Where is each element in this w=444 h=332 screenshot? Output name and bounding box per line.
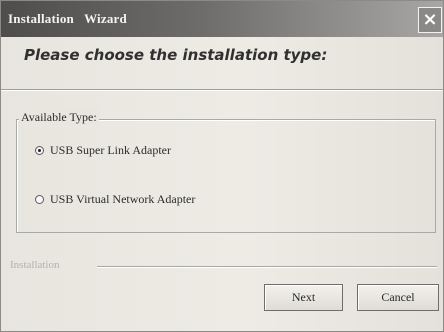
installation-wizard-window: Installation Wizard × Please choose the … <box>0 0 444 332</box>
radio-button-checked[interactable] <box>35 145 44 155</box>
radio-option-usb-virtual-network-adapter[interactable]: USB Virtual Network Adapter <box>35 191 195 207</box>
radio-button-unchecked[interactable] <box>35 194 44 204</box>
cancel-button[interactable]: Cancel <box>357 284 439 311</box>
radio-option-usb-super-link-adapter[interactable]: USB Super Link Adapter <box>35 142 171 158</box>
radio-label[interactable]: USB Virtual Network Adapter <box>50 192 195 207</box>
close-icon: × <box>422 9 438 30</box>
next-button[interactable]: Next <box>264 284 343 311</box>
available-type-legend: Available Type: <box>19 110 99 125</box>
available-type-groupbox <box>16 119 436 233</box>
installation-divider <box>97 266 437 268</box>
radio-label[interactable]: USB Super Link Adapter <box>50 143 171 158</box>
window-title: Installation Wizard <box>8 11 127 26</box>
title-bar[interactable]: Installation Wizard × <box>1 1 443 37</box>
page-heading: Please choose the installation type: <box>24 46 328 64</box>
close-button[interactable]: × <box>418 7 442 33</box>
header-divider <box>1 89 443 91</box>
installation-section-label: Installation <box>10 259 60 271</box>
